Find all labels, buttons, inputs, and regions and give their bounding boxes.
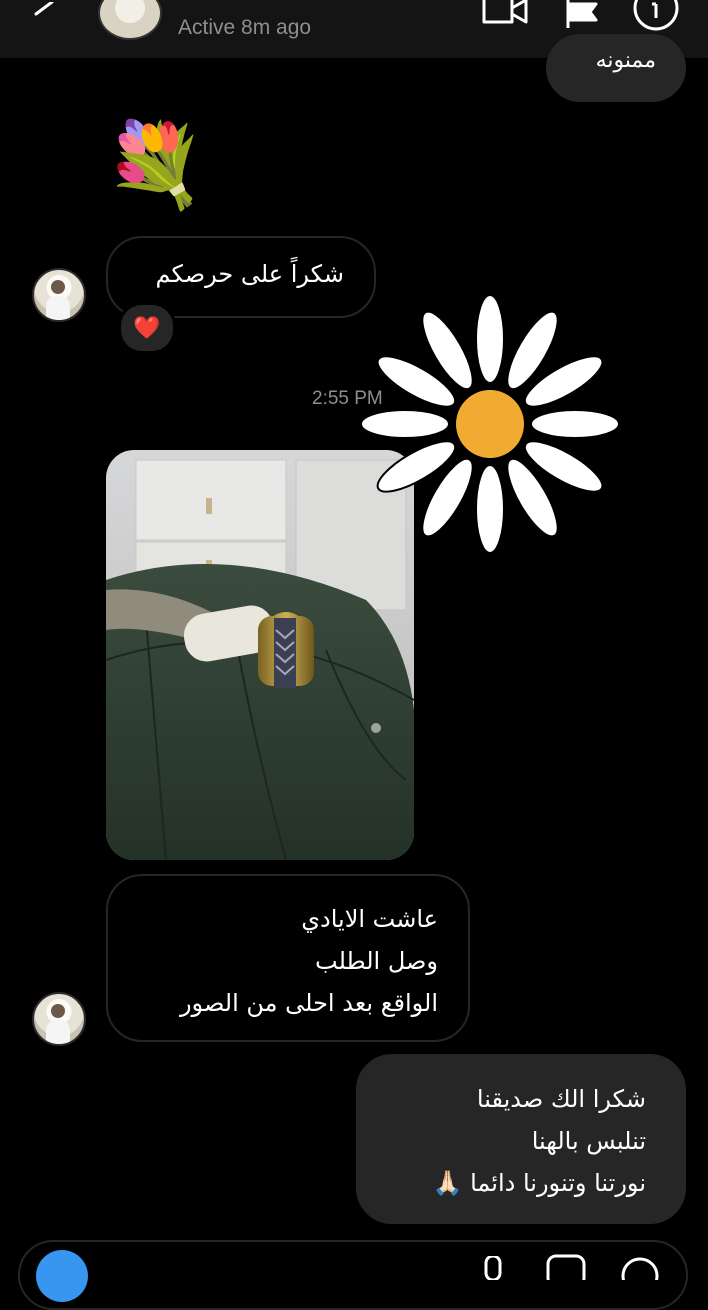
active-status: Active 8m ago [178,16,312,39]
video-call-icon[interactable] [480,0,530,26]
gallery-icon[interactable] [546,1254,586,1280]
received-message[interactable]: عاشت الايادي وصل الطلب الواقع بعد احلى م… [106,874,470,1042]
sent-message-partial[interactable]: ممنونه [546,34,686,102]
heart-reaction[interactable]: ❤️ [118,302,176,354]
message-composer[interactable] [18,1240,688,1310]
contact-avatar[interactable] [32,992,86,1046]
sticker-icon[interactable] [620,1256,660,1280]
contact-avatar[interactable] [98,0,162,40]
flowers-emoji-message[interactable]: 💐 [104,116,206,216]
sent-message[interactable]: شكرا الك صديقنا تنلبس بالهنا نورتنا وتنو… [356,1054,686,1224]
info-icon[interactable] [632,0,680,32]
microphone-icon[interactable] [478,1256,508,1280]
contact-avatar[interactable] [32,268,86,322]
daisy-sticker[interactable] [362,296,618,552]
flag-icon[interactable] [564,0,604,28]
back-icon[interactable] [30,2,60,26]
camera-icon[interactable] [36,1250,88,1302]
